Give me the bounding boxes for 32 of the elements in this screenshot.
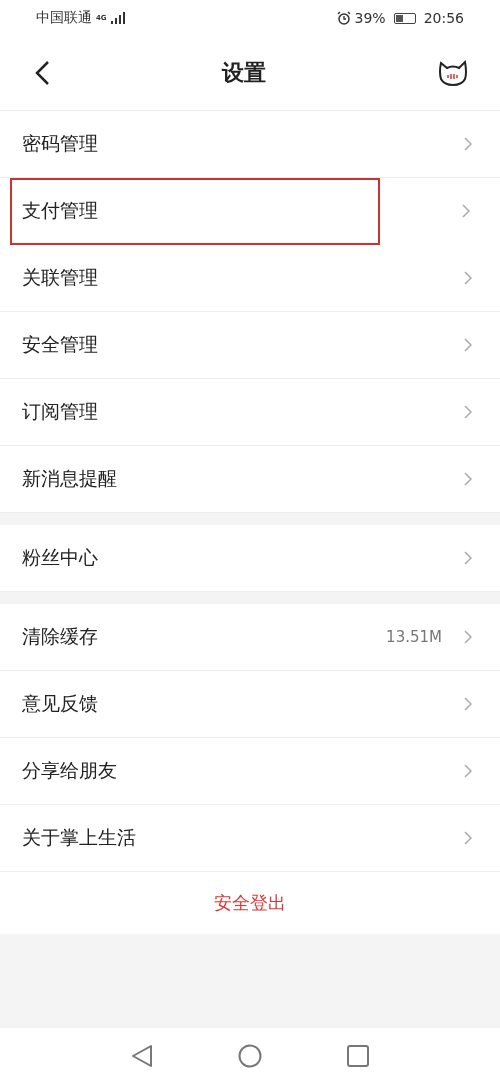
chevron-icon xyxy=(464,764,472,778)
battery-percent: 39% xyxy=(354,10,386,26)
chevron-icon xyxy=(464,551,472,565)
chevron-icon xyxy=(464,405,472,419)
page-title: 设置 xyxy=(222,59,266,87)
chevron-icon xyxy=(462,204,470,218)
settings-item[interactable]: 关联管理 xyxy=(0,245,500,312)
settings-item[interactable]: 分享给朋友 xyxy=(0,738,500,805)
chevron-icon xyxy=(464,630,472,644)
chevron-icon xyxy=(464,137,472,151)
carrier-name: 中国联通 xyxy=(36,9,92,27)
alarm-icon xyxy=(336,11,351,25)
clock-time: 20:56 xyxy=(423,10,464,26)
battery-icon xyxy=(393,12,416,24)
settings-item[interactable]: 订阅管理 xyxy=(0,379,500,446)
settings-item[interactable]: 安全管理 xyxy=(0,312,500,379)
settings-item[interactable]: 密码管理 xyxy=(0,111,500,178)
signal-icon xyxy=(110,12,125,24)
home-icon[interactable] xyxy=(238,1043,262,1068)
chevron-icon xyxy=(464,472,472,486)
recents-icon[interactable] xyxy=(347,1044,369,1067)
settings-item[interactable]: 新消息提醒 xyxy=(0,446,500,513)
chevron-icon xyxy=(464,697,472,711)
cat-icon[interactable] xyxy=(438,59,468,87)
settings-item[interactable]: 支付管理 xyxy=(10,178,380,245)
settings-item[interactable]: 粉丝中心 xyxy=(0,525,500,592)
settings-item[interactable]: 清除缓存 13.51M xyxy=(0,604,500,671)
chevron-icon xyxy=(464,338,472,352)
chevron-icon xyxy=(464,271,472,285)
back-icon[interactable] xyxy=(34,60,50,86)
chevron-icon xyxy=(464,831,472,845)
settings-item[interactable]: 意见反馈 xyxy=(0,671,500,738)
